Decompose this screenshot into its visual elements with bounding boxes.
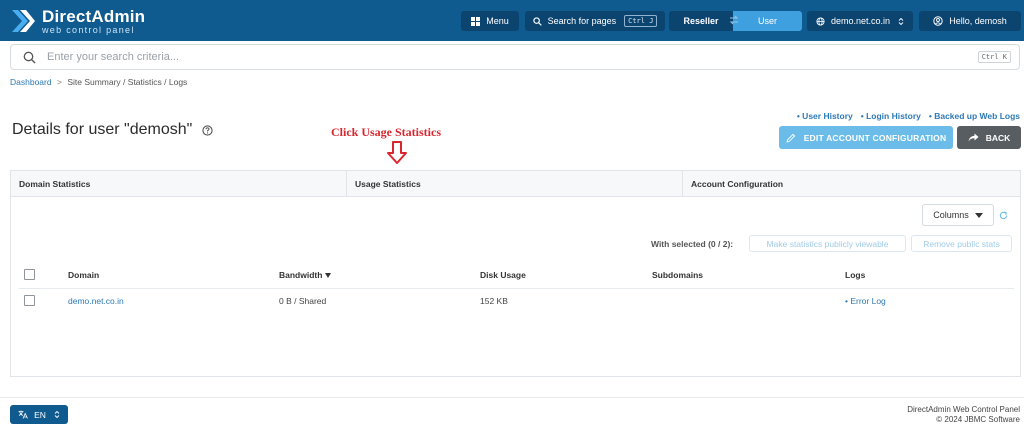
tab-bar: Domain Statistics Usage Statistics Accou… <box>11 171 1020 197</box>
edit-account-label: EDIT ACCOUNT CONFIGURATION <box>803 132 947 143</box>
table-row-domain: demo.net.co.in <box>68 296 124 306</box>
swap-icon <box>729 15 739 25</box>
make-public-button[interactable]: Make statistics publicly viewable <box>749 235 906 252</box>
select-all-checkbox[interactable] <box>24 269 35 280</box>
language-label: EN <box>34 409 46 420</box>
role-user-option[interactable]: User <box>733 11 802 31</box>
col-header-logs[interactable]: Logs <box>845 270 865 280</box>
hello-label: Hello, demosh <box>949 16 1007 26</box>
user-menu-button[interactable]: Hello, demosh <box>919 11 1021 31</box>
user-circle-icon <box>933 16 943 26</box>
footer-info: DirectAdmin Web Control Panel © 2024 JBM… <box>907 405 1020 425</box>
role-reseller-option[interactable]: Reseller <box>669 11 733 31</box>
col-header-bandwidth[interactable]: Bandwidth <box>279 270 332 280</box>
share-arrow-icon <box>968 133 979 142</box>
logo-chevron-icon <box>12 10 35 32</box>
breadcrumb-separator: > <box>56 77 62 87</box>
pencil-icon <box>786 133 795 143</box>
globe-icon <box>816 16 825 26</box>
search-pages-button[interactable]: Search for pages Ctrl J <box>525 11 665 31</box>
search-icon <box>532 16 542 26</box>
row-checkbox[interactable] <box>24 295 35 306</box>
global-search-bar: Ctrl K <box>10 44 1020 70</box>
table-row-bandwidth: 0 B / Shared <box>279 296 327 306</box>
search-icon <box>23 51 36 64</box>
search-pages-shortcut: Ctrl J <box>624 15 658 27</box>
user-history-link[interactable]: • User History <box>797 111 853 121</box>
breadcrumb-dashboard-link[interactable]: Dashboard <box>10 77 52 87</box>
directadmin-logo[interactable]: DirectAdmin web control panel <box>10 7 145 35</box>
domain-selector[interactable]: demo.net.co.in <box>807 11 913 31</box>
search-shortcut: Ctrl K <box>977 51 1011 63</box>
backed-up-web-logs-link[interactable]: • Backed up Web Logs <box>929 111 1020 121</box>
columns-dropdown[interactable]: Columns <box>922 204 994 226</box>
page-title: Details for user "demosh" <box>12 121 193 138</box>
col-header-domain[interactable]: Domain <box>68 270 99 280</box>
sort-desc-icon <box>325 272 332 278</box>
translate-icon <box>18 410 28 419</box>
breadcrumb: Dashboard > Site Summary / Statistics / … <box>10 77 187 87</box>
remove-public-button[interactable]: Remove public stats <box>911 235 1012 252</box>
user-links: • User History • Login History • Backed … <box>797 111 1020 121</box>
with-selected-label: With selected (0 / 2): <box>651 239 734 249</box>
error-log-link[interactable]: • Error Log <box>845 296 886 306</box>
tab-domain-statistics[interactable]: Domain Statistics <box>11 171 347 196</box>
domain-link[interactable]: demo.net.co.in <box>68 296 124 306</box>
header-divider <box>19 288 1014 289</box>
top-header: DirectAdmin web control panel Menu Searc… <box>0 0 1024 41</box>
search-input[interactable] <box>47 51 947 63</box>
language-selector[interactable]: EN <box>10 405 68 424</box>
caret-down-icon <box>974 212 983 218</box>
grid-icon <box>471 16 481 26</box>
footer-product: DirectAdmin Web Control Panel <box>907 405 1020 414</box>
footer-divider <box>0 397 1024 398</box>
menu-button[interactable]: Menu <box>461 11 519 31</box>
login-history-link[interactable]: • Login History <box>861 111 921 121</box>
refresh-icon[interactable] <box>999 211 1008 220</box>
table-row-logs: • Error Log <box>845 296 886 306</box>
tab-usage-statistics[interactable]: Usage Statistics <box>347 171 683 196</box>
annotation-text: Click Usage Statistics <box>331 125 441 139</box>
col-header-bandwidth-label: Bandwidth <box>279 270 323 280</box>
tab-account-configuration[interactable]: Account Configuration <box>683 171 1019 196</box>
search-pages-label: Search for pages <box>547 16 617 26</box>
logo-subtitle: web control panel <box>42 24 135 35</box>
columns-label: Columns <box>933 210 969 220</box>
logo-title: DirectAdmin <box>42 6 146 26</box>
statistics-panel: Domain Statistics Usage Statistics Accou… <box>10 170 1021 377</box>
menu-label: Menu <box>486 16 509 26</box>
help-icon[interactable] <box>202 124 213 136</box>
col-header-disk-usage[interactable]: Disk Usage <box>480 270 526 280</box>
edit-account-configuration-button[interactable]: EDIT ACCOUNT CONFIGURATION <box>779 126 953 149</box>
back-label: BACK <box>985 132 1011 143</box>
down-arrow-icon <box>387 141 407 164</box>
updown-chevron-icon <box>54 410 60 419</box>
col-header-subdomains[interactable]: Subdomains <box>652 270 703 280</box>
back-button[interactable]: BACK <box>957 126 1021 149</box>
domain-selector-label: demo.net.co.in <box>830 16 891 26</box>
updown-chevron-icon <box>898 17 904 25</box>
page-title-row: Details for user "demosh" <box>12 121 213 139</box>
breadcrumb-current: Site Summary / Statistics / Logs <box>67 77 188 87</box>
footer-copyright: © 2024 JBMC Software <box>936 415 1020 424</box>
table-row-disk-usage: 152 KB <box>480 296 508 306</box>
